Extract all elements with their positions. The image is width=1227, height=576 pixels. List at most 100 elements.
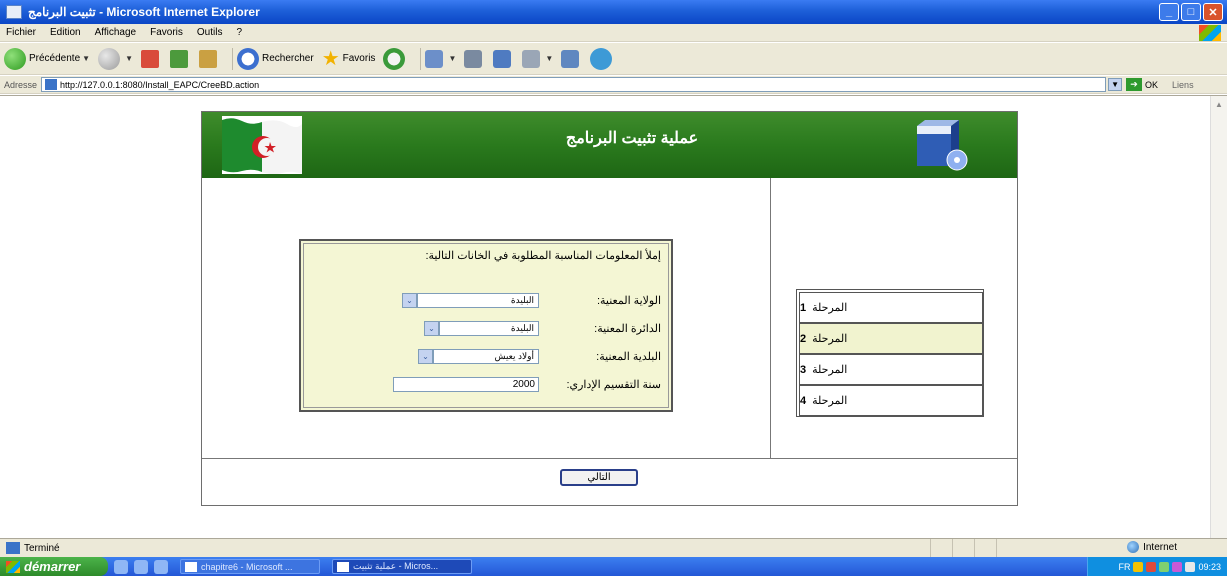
close-button[interactable]: ✕: [1203, 3, 1223, 21]
edit-button[interactable]: [493, 49, 514, 68]
language-indicator[interactable]: FR: [1118, 562, 1130, 572]
messenger-button[interactable]: [590, 47, 615, 70]
chevron-down-icon[interactable]: ⌄: [418, 348, 433, 364]
edit-icon: [493, 49, 512, 68]
year-input[interactable]: [393, 376, 539, 392]
menu-help[interactable]: ?: [236, 27, 242, 38]
task-word[interactable]: chapitre6 - Microsoft ...: [180, 559, 320, 574]
messenger-icon: [590, 47, 613, 70]
banner-title: عملية تثبيت البرنامج: [565, 130, 699, 147]
back-label: Précédente: [29, 53, 81, 64]
start-button[interactable]: démarrer: [0, 557, 108, 576]
address-label: Adresse: [4, 79, 38, 90]
chevron-down-icon: ▼: [125, 54, 133, 63]
chevron-down-icon[interactable]: ⌄: [424, 320, 439, 336]
menu-outils[interactable]: Outils: [197, 27, 223, 38]
address-field[interactable]: http://127.0.0.1:8080/Install_EAPC/CreeB…: [41, 77, 1107, 92]
step-label: المرحلة: [812, 333, 848, 345]
commune-value: أولاد يعيش: [494, 350, 534, 361]
step-3: المرحلة 3: [799, 354, 983, 385]
page-icon: [45, 79, 58, 90]
status-bar: Terminé Internet: [0, 538, 1227, 557]
tray-volume-icon[interactable]: [1185, 561, 1196, 572]
back-arrow-icon: [4, 47, 26, 70]
discuss-icon: [522, 49, 541, 68]
home-button[interactable]: [199, 49, 220, 68]
page-done-icon: [6, 542, 20, 554]
scroll-up-icon[interactable]: ▲: [1211, 96, 1227, 112]
search-button[interactable]: Rechercher: [237, 47, 314, 70]
toolbar-separator: [232, 47, 233, 70]
menu-edition[interactable]: Edition: [50, 27, 81, 38]
favorites-button[interactable]: ★ Favoris: [322, 49, 376, 69]
address-dropdown[interactable]: ▼: [1108, 78, 1123, 91]
software-box-icon: [917, 120, 968, 171]
commune-row: البلدية المعنية: أولاد يعيش ⌄: [418, 347, 661, 365]
start-label: démarrer: [24, 559, 81, 574]
discuss-button[interactable]: ▼: [522, 49, 553, 68]
go-button[interactable]: ➔ OK: [1126, 78, 1158, 91]
year-label: سنة التقسيم الإداري:: [566, 378, 661, 391]
tray-app-icon[interactable]: [1133, 561, 1144, 572]
commune-select[interactable]: أولاد يعيش ⌄: [418, 348, 539, 364]
chevron-down-icon[interactable]: ⌄: [402, 292, 417, 308]
algeria-flag-icon: [222, 116, 302, 174]
tray-app-icon[interactable]: [1146, 561, 1157, 572]
ie-page-icon: [6, 5, 22, 19]
maximize-button[interactable]: □: [1181, 3, 1201, 21]
mail-button[interactable]: ▼: [425, 49, 457, 68]
menu-fichier[interactable]: Fichier: [6, 27, 36, 38]
status-text: Terminé: [24, 542, 60, 554]
zone-label: Internet: [1143, 541, 1177, 553]
year-row: سنة التقسيم الإداري:: [393, 375, 661, 393]
research-icon: [561, 49, 580, 68]
step-1: المرحلة 1: [799, 292, 983, 323]
footer-divider: [202, 458, 1017, 459]
wilaya-select[interactable]: البليدة ⌄: [402, 292, 539, 308]
status-panes: [930, 539, 1018, 557]
quicklaunch-ie-icon[interactable]: [114, 559, 128, 574]
tray-app-icon[interactable]: [1172, 561, 1183, 572]
daira-select[interactable]: البليدة ⌄: [424, 320, 539, 336]
history-button[interactable]: [383, 47, 408, 70]
refresh-button[interactable]: [170, 49, 191, 68]
print-button[interactable]: [464, 49, 485, 68]
print-icon: [464, 49, 483, 68]
title-bar: تثبيت البرنامج - Microsoft Internet Expl…: [0, 0, 1227, 24]
go-arrow-icon: ➔: [1126, 78, 1143, 91]
status-pane: [930, 539, 952, 557]
vertical-scrollbar[interactable]: ▲: [1210, 96, 1227, 539]
page-viewport: ▲ عملية تثبيت البرنامج إملأ المعلومات ال…: [0, 95, 1227, 539]
quicklaunch-media-icon[interactable]: [154, 559, 168, 574]
wilaya-row: الولاية المعنية: البليدة ⌄: [402, 291, 661, 309]
task-label: عملية تثبيت - Micros...: [353, 561, 439, 571]
minimize-button[interactable]: _: [1159, 3, 1179, 21]
quicklaunch-desktop-icon[interactable]: [134, 559, 148, 574]
menu-favoris[interactable]: Favoris: [150, 27, 183, 38]
home-icon: [199, 49, 217, 68]
links-button[interactable]: Liens: [1172, 80, 1194, 90]
back-button[interactable]: Précédente ▼: [4, 47, 90, 70]
menu-affichage[interactable]: Affichage: [95, 27, 137, 38]
stop-button[interactable]: [141, 49, 162, 68]
step-label: المرحلة: [812, 395, 848, 407]
next-button[interactable]: التالي: [560, 469, 638, 486]
step-number: 1: [800, 301, 807, 314]
step-number: 2: [800, 332, 807, 345]
clock: 09:23: [1198, 561, 1221, 572]
column-divider: [770, 178, 771, 458]
stop-icon: [141, 49, 159, 68]
step-number: 4: [800, 394, 807, 407]
tray-network-icon[interactable]: [1159, 561, 1170, 572]
commune-label: البلدية المعنية:: [596, 350, 661, 363]
refresh-icon: [170, 49, 188, 68]
chevron-down-icon: ▼: [448, 54, 457, 63]
installer-page: عملية تثبيت البرنامج إملأ المعلومات المن…: [201, 111, 1018, 506]
menu-bar: Fichier Edition Affichage Favoris Outils…: [0, 24, 1227, 42]
ie-window: تثبيت البرنامج - Microsoft Internet Expl…: [0, 0, 1227, 576]
windows-logo-icon: [1199, 25, 1221, 41]
forward-button[interactable]: ▼: [98, 47, 133, 70]
research-button[interactable]: [561, 49, 582, 68]
search-icon: [237, 47, 259, 70]
task-ie[interactable]: عملية تثبيت - Micros...: [332, 559, 472, 574]
